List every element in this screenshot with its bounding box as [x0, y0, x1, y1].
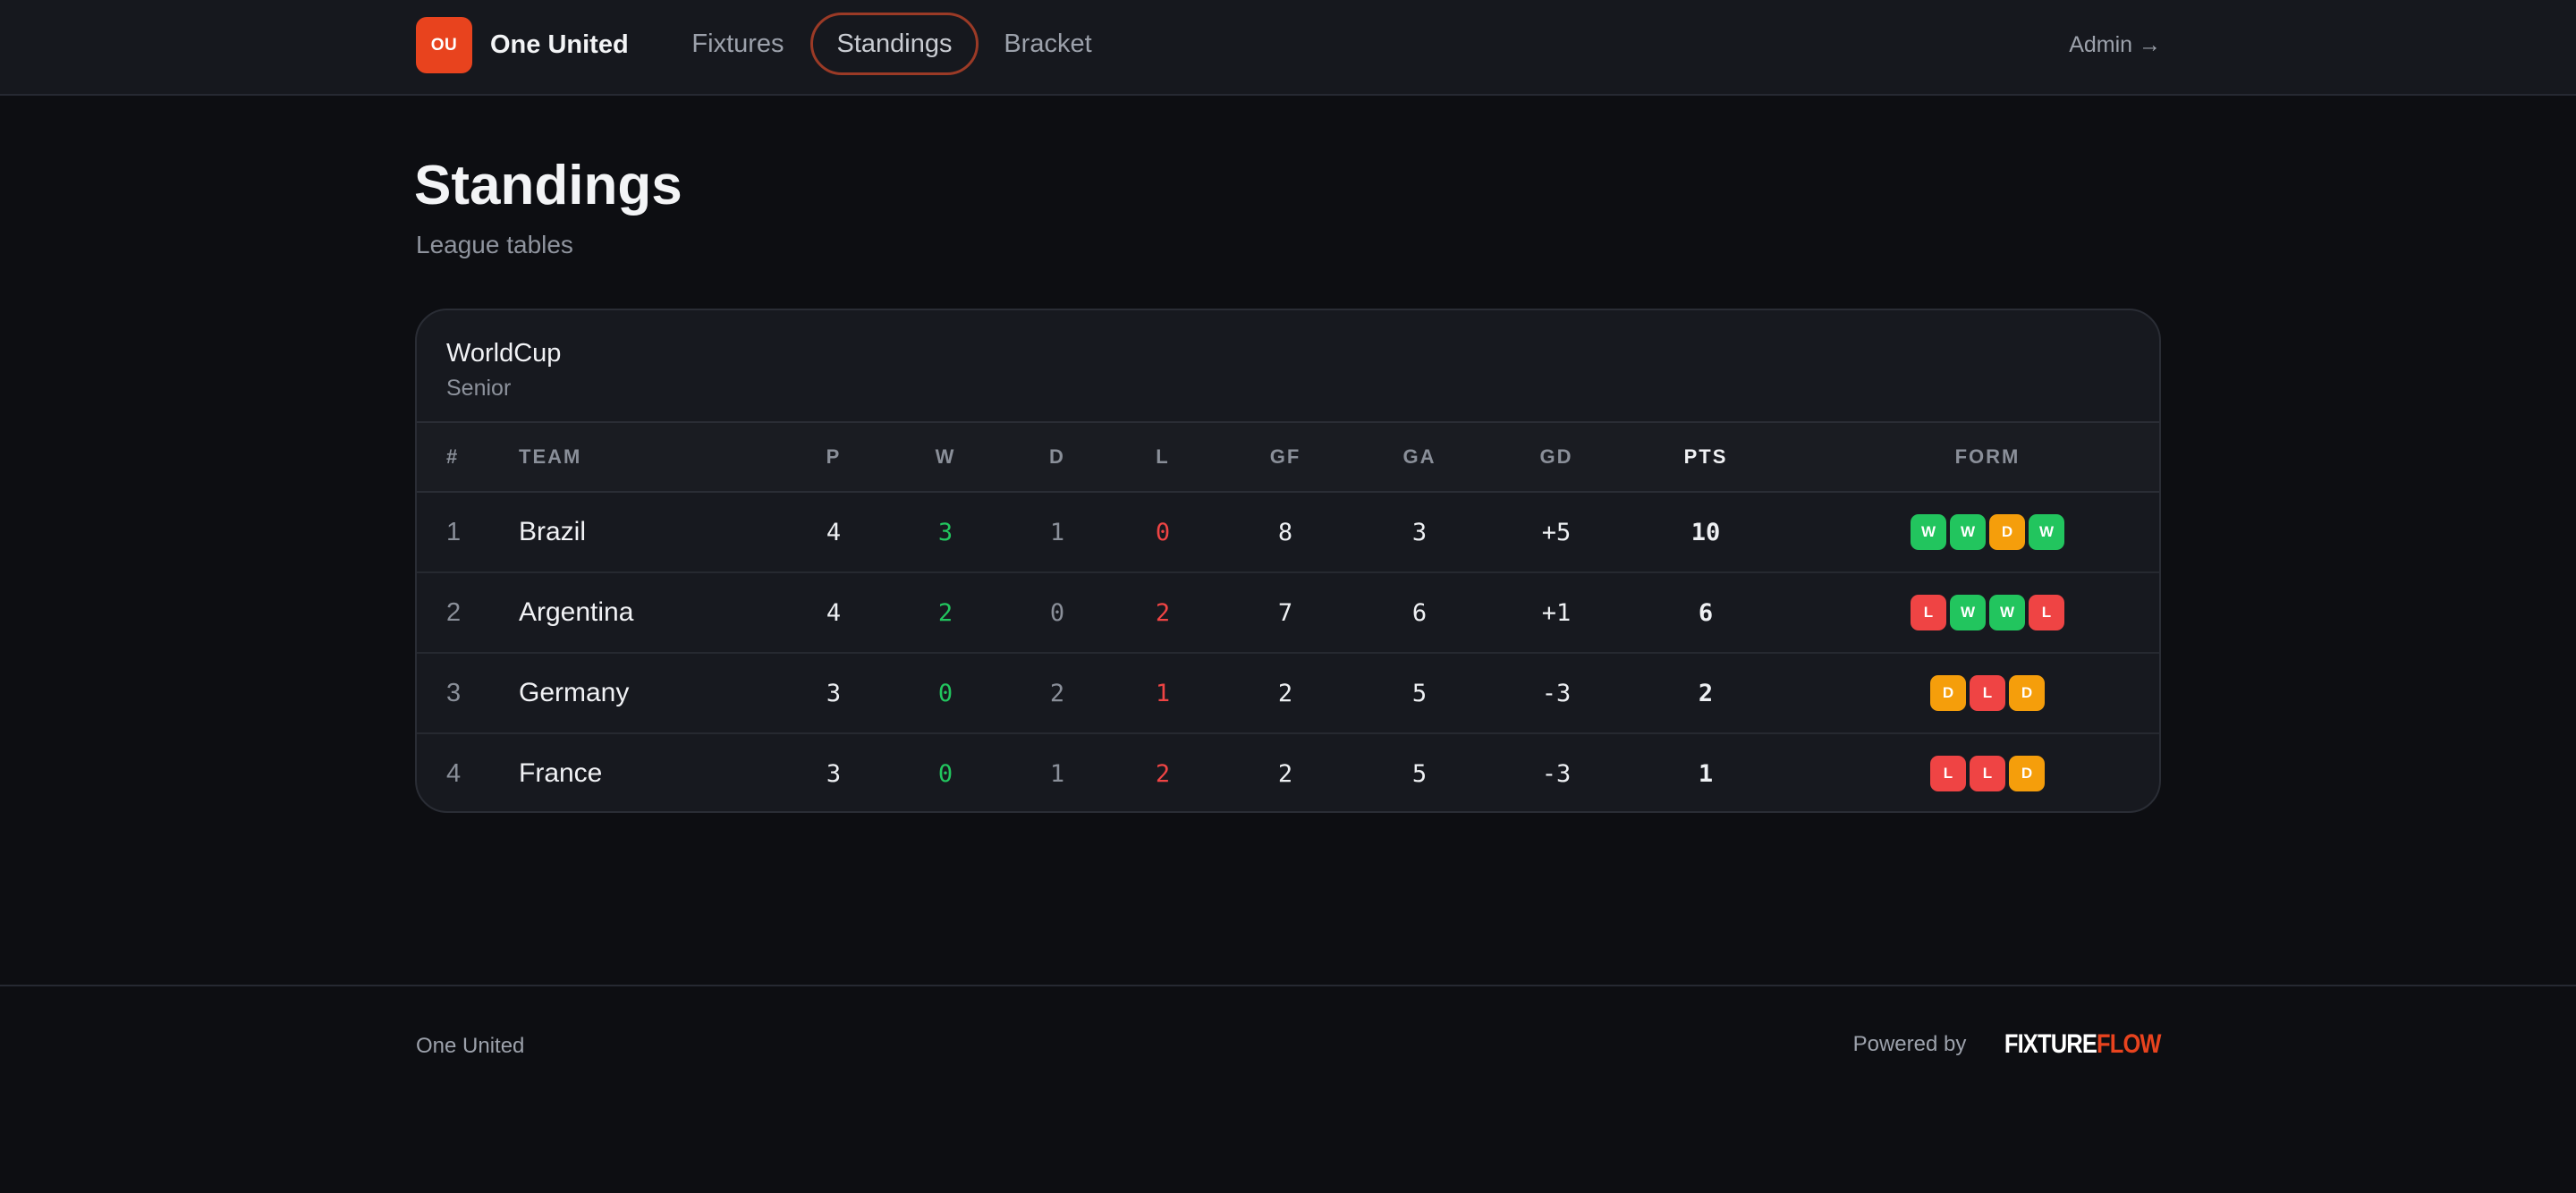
cell-goals-against: 6 — [1411, 598, 1428, 627]
brand-name[interactable]: One United — [490, 27, 629, 63]
powered-by[interactable]: Powered by FIXTUREFLOW — [1852, 1029, 2162, 1060]
fixtureflow-logo-part2: FLOW — [2097, 1029, 2162, 1059]
cell-losses: 2 — [1155, 759, 1171, 788]
form-loss-badge: L — [1911, 595, 1946, 630]
col-goal-diff: GD — [1539, 445, 1573, 468]
nav-bracket[interactable]: Bracket — [987, 13, 1108, 75]
page: OU One United Fixtures Standings Bracket… — [0, 0, 2576, 1193]
form-draw-badge: D — [1930, 675, 1966, 711]
cell-draws: 1 — [1049, 759, 1065, 788]
table-header: # TEAM P W D L GF GA GD PTS FORM — [417, 423, 2159, 493]
form-win-badge: W — [1950, 514, 1986, 550]
cell-played: 3 — [826, 759, 842, 788]
cell-goals-for: 2 — [1277, 759, 1293, 788]
cell-goal-diff: -3 — [1541, 759, 1572, 788]
cell-played: 3 — [826, 679, 842, 707]
form-win-badge: W — [1950, 595, 1986, 630]
cell-points: 6 — [1698, 598, 1714, 627]
cell-played: 4 — [826, 518, 842, 546]
table-row[interactable]: 3 Germany 3 0 2 1 2 5 -3 2 D L D — [417, 654, 2159, 734]
cell-draws: 2 — [1049, 679, 1065, 707]
brand-logo[interactable]: OU — [416, 17, 472, 73]
row-rank: 1 — [446, 517, 462, 546]
cell-losses: 1 — [1155, 679, 1171, 707]
cell-goal-diff: +5 — [1541, 518, 1572, 546]
fixtureflow-logo[interactable]: FIXTUREFLOW — [2004, 1029, 2162, 1060]
cell-wins: 0 — [937, 759, 953, 788]
footer: One United Powered by FIXTUREFLOW — [0, 985, 2576, 1193]
team-name[interactable]: Brazil — [519, 493, 586, 571]
cell-goals-against: 5 — [1411, 679, 1428, 707]
team-name[interactable]: France — [519, 734, 602, 811]
cell-wins: 0 — [937, 679, 953, 707]
row-rank: 3 — [446, 678, 462, 707]
col-form: FORM — [1954, 445, 2021, 468]
team-name[interactable]: Germany — [519, 654, 629, 732]
form-draw-badge: D — [2009, 675, 2045, 711]
page-subtitle: League tables — [416, 231, 573, 258]
form-win-badge: W — [1989, 595, 2025, 630]
nav-fixtures[interactable]: Fixtures — [674, 13, 801, 75]
col-losses: L — [1156, 445, 1170, 468]
cell-goal-diff: -3 — [1541, 679, 1572, 707]
row-rank: 2 — [446, 597, 462, 627]
cell-losses: 0 — [1155, 518, 1171, 546]
form-draw-badge: D — [1989, 514, 2025, 550]
col-goals-for: GF — [1269, 445, 1301, 468]
cell-goals-for: 2 — [1277, 679, 1293, 707]
table-row[interactable]: 1 Brazil 4 3 1 0 8 3 +5 10 W W D W — [417, 493, 2159, 573]
col-wins: W — [935, 445, 956, 468]
form-draw-badge: D — [2009, 756, 2045, 791]
nav-standings[interactable]: Standings — [810, 13, 979, 75]
cell-goals-for: 8 — [1277, 518, 1293, 546]
form-loss-badge: L — [2029, 595, 2064, 630]
col-played: P — [826, 445, 842, 468]
cell-goals-against: 3 — [1411, 518, 1428, 546]
col-rank: # — [446, 445, 460, 468]
form-loss-badge: L — [1930, 756, 1966, 791]
cell-draws: 0 — [1049, 598, 1065, 627]
admin-link[interactable]: Admin → — [2069, 29, 2161, 61]
cell-points: 10 — [1690, 518, 1721, 546]
col-draws: D — [1049, 445, 1065, 468]
cell-points: 2 — [1698, 679, 1714, 707]
page-title: Standings — [414, 155, 682, 216]
form-strip: W W D W — [1853, 493, 2122, 571]
cell-played: 4 — [826, 598, 842, 627]
league-division: Senior — [446, 376, 512, 401]
cell-goal-diff: +1 — [1541, 598, 1572, 627]
form-strip: D L D — [1853, 654, 2122, 732]
form-loss-badge: L — [1970, 675, 2005, 711]
cell-wins: 2 — [937, 598, 953, 627]
team-name[interactable]: Argentina — [519, 573, 633, 652]
cell-wins: 3 — [937, 518, 953, 546]
cell-losses: 2 — [1155, 598, 1171, 627]
powered-by-label: Powered by — [1852, 1032, 1967, 1056]
fixtureflow-logo-part1: FIXTURE — [2004, 1029, 2097, 1059]
cell-draws: 1 — [1049, 518, 1065, 546]
top-nav-bar: OU One United Fixtures Standings Bracket… — [0, 0, 2576, 96]
league-title: WorldCup — [446, 339, 562, 368]
card-header: WorldCup Senior — [417, 310, 2159, 423]
cell-goals-against: 5 — [1411, 759, 1428, 788]
table-row[interactable]: 2 Argentina 4 2 0 2 7 6 +1 6 L W W L — [417, 573, 2159, 654]
footer-brand: One United — [416, 1034, 525, 1058]
form-win-badge: W — [1911, 514, 1946, 550]
form-loss-badge: L — [1970, 756, 2005, 791]
col-team: TEAM — [519, 445, 582, 468]
col-goals-against: GA — [1402, 445, 1436, 468]
cell-goals-for: 7 — [1277, 598, 1293, 627]
form-strip: L L D — [1853, 734, 2122, 811]
form-strip: L W W L — [1853, 573, 2122, 652]
form-win-badge: W — [2029, 514, 2064, 550]
cell-points: 1 — [1698, 759, 1714, 788]
row-rank: 4 — [446, 758, 462, 788]
standings-card: WorldCup Senior # TEAM P W D L GF GA GD … — [415, 309, 2161, 813]
table-row[interactable]: 4 France 3 0 1 2 2 5 -3 1 L L D — [417, 734, 2159, 811]
col-points: PTS — [1683, 445, 1728, 468]
